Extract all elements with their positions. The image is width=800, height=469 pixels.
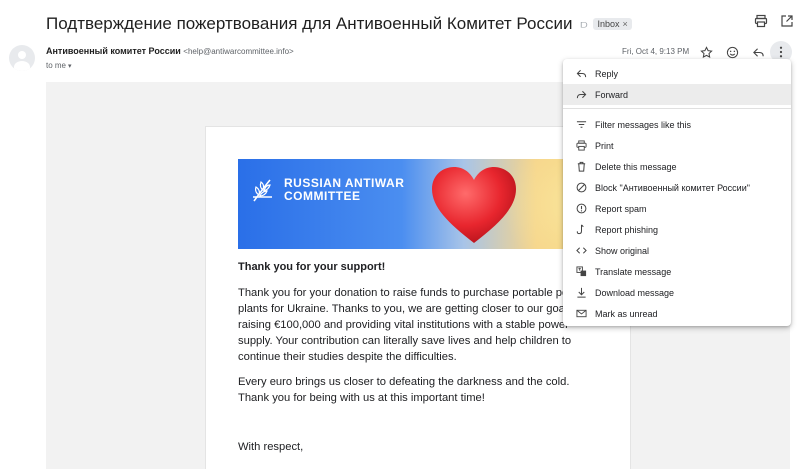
menu-item-label: Report phishing (595, 224, 659, 235)
inbox-label-text: Inbox (597, 19, 620, 29)
menu-divider (563, 108, 791, 109)
menu-item-mark-unread[interactable]: Mark as unread (563, 303, 791, 324)
recipient-label: to me (46, 61, 67, 70)
block-icon (563, 182, 595, 193)
menu-item-print[interactable]: Print (563, 135, 791, 156)
recipient-details[interactable]: to me ▾ (46, 61, 72, 70)
menu-item-reply[interactable]: Reply (563, 63, 791, 84)
spam-icon (563, 203, 595, 214)
email-paragraph-1: Thank you for your donation to raise fun… (238, 287, 587, 363)
sender-avatar[interactable] (9, 45, 35, 71)
menu-item-label: Translate message (595, 266, 672, 277)
chevron-down-icon[interactable]: ▾ (68, 63, 72, 70)
menu-item-label: Download message (595, 287, 675, 298)
menu-item-label: Report spam (595, 203, 647, 214)
menu-item-report-spam[interactable]: Report spam (563, 198, 791, 219)
subject-row: Подтверждение пожертвования для Антивоен… (46, 10, 790, 38)
sender-name[interactable]: Антивоенный комитет России (46, 46, 181, 56)
important-marker-icon[interactable]: ⫐ (580, 17, 587, 32)
menu-item-delete[interactable]: Delete this message (563, 156, 791, 177)
email-signoff: With respect, (238, 441, 304, 453)
menu-item-label: Block "Антивоенный комитет России" (595, 182, 750, 193)
email-banner: RUSSIAN ANTIWAR COMMITTEE (238, 159, 602, 249)
banner-title: RUSSIAN ANTIWAR COMMITTEE (284, 176, 405, 203)
heart-icon (432, 167, 516, 243)
menu-item-label: Mark as unread (595, 308, 658, 319)
menu-item-label: Print (595, 140, 614, 151)
menu-item-show-original[interactable]: Show original (563, 240, 791, 261)
menu-item-filter[interactable]: Filter messages like this (563, 114, 791, 135)
email-paragraph-2: Every euro brings us closer to defeating… (238, 376, 570, 404)
message-date: Fri, Oct 4, 9:13 PM (622, 47, 690, 56)
menu-item-translate[interactable]: Translate message (563, 261, 791, 282)
menu-item-label: Reply (595, 68, 619, 79)
menu-item-report-phishing[interactable]: Report phishing (563, 219, 791, 240)
email-heading: Thank you for your support! (238, 261, 386, 273)
reply-icon[interactable] (750, 44, 766, 60)
email-subject: Подтверждение пожертвования для Антивоен… (46, 14, 573, 33)
open-new-window-icon[interactable] (780, 14, 794, 28)
filter-icon (563, 119, 595, 130)
menu-item-label: Delete this message (595, 161, 677, 172)
reply-icon (563, 68, 595, 79)
header-actions (754, 14, 794, 28)
phishing-icon (563, 224, 595, 235)
more-vert-icon (779, 46, 783, 58)
emoji-react-icon[interactable] (724, 44, 740, 60)
forward-icon (563, 89, 595, 100)
menu-item-label: Filter messages like this (595, 119, 692, 130)
star-icon[interactable] (698, 44, 714, 60)
sender-email: <help@antiwarcommittee.info> (183, 47, 294, 56)
menu-item-label: Show original (595, 245, 650, 256)
trash-icon (563, 161, 595, 172)
menu-item-label: Forward (595, 89, 629, 100)
mail-icon (563, 308, 595, 319)
sender-line: Антивоенный комитет России <help@antiwar… (46, 46, 294, 56)
code-icon (563, 245, 595, 256)
menu-item-block[interactable]: Block "Антивоенный комитет России" (563, 177, 791, 198)
more-options-menu: Reply Forward Filter messages like this … (563, 59, 791, 326)
menu-item-download[interactable]: Download message (563, 282, 791, 303)
message-actions (698, 44, 766, 60)
menu-item-forward[interactable]: Forward (563, 84, 791, 105)
inbox-label-chip[interactable]: Inbox × (593, 18, 632, 30)
remove-label-icon[interactable]: × (623, 19, 628, 29)
print-icon (563, 140, 595, 151)
committee-logo-icon (253, 179, 272, 202)
print-all-icon[interactable] (754, 14, 768, 28)
translate-icon (563, 266, 595, 277)
download-icon (563, 287, 595, 298)
